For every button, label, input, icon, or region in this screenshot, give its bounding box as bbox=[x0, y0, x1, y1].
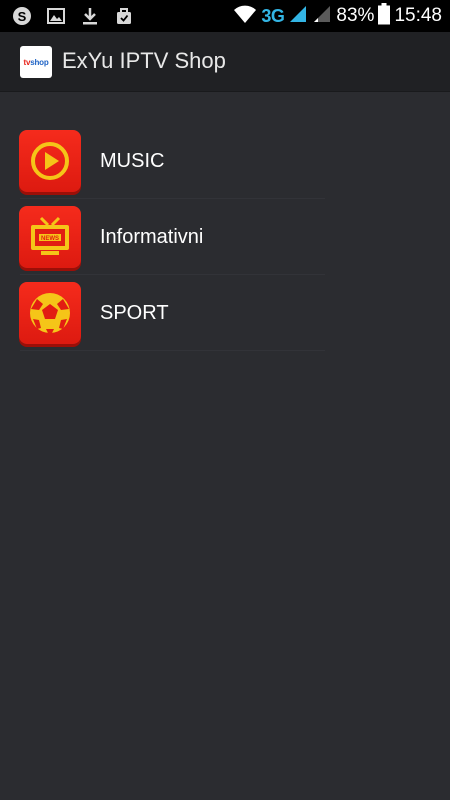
list-item-label: SPORT bbox=[100, 302, 169, 324]
download-icon bbox=[80, 6, 100, 26]
app-title: ExYu IPTV Shop bbox=[62, 48, 226, 73]
network-type: 3G bbox=[261, 5, 285, 26]
status-bar: S 3G 83% 15:48 bbox=[0, 0, 450, 32]
list-item-label: MUSIC bbox=[100, 150, 165, 172]
category-list: MUSIC NEWS Informativni SPORT bbox=[0, 123, 450, 351]
signal-icon-2 bbox=[312, 4, 332, 29]
system-status: 3G 83% 15:48 bbox=[233, 0, 442, 32]
app-bar: tvshop ExYu IPTV Shop bbox=[0, 32, 450, 92]
battery-icon bbox=[378, 2, 391, 30]
battery-percent: 83% bbox=[336, 5, 375, 26]
list-item-sport[interactable]: SPORT bbox=[0, 275, 450, 351]
clock: 15:48 bbox=[394, 5, 442, 26]
app-logo: tvshop bbox=[20, 46, 52, 78]
bag-icon bbox=[114, 6, 134, 26]
svg-text:S: S bbox=[18, 9, 27, 24]
list-item-music[interactable]: MUSIC bbox=[0, 123, 450, 199]
image-icon bbox=[46, 6, 66, 26]
signal-icon bbox=[288, 4, 308, 29]
wifi-icon bbox=[233, 4, 257, 29]
list-item-informativni[interactable]: NEWS Informativni bbox=[0, 199, 450, 275]
svg-text:NEWS: NEWS bbox=[41, 236, 59, 242]
notification-icons: S bbox=[12, 6, 134, 26]
list-item-label: Informativni bbox=[100, 226, 204, 248]
play-icon bbox=[19, 130, 81, 192]
soccer-ball-icon bbox=[19, 282, 81, 344]
skype-icon: S bbox=[12, 6, 32, 26]
news-tv-icon: NEWS bbox=[19, 206, 81, 268]
divider bbox=[20, 350, 325, 351]
app-logo-text: tvshop bbox=[23, 57, 49, 67]
